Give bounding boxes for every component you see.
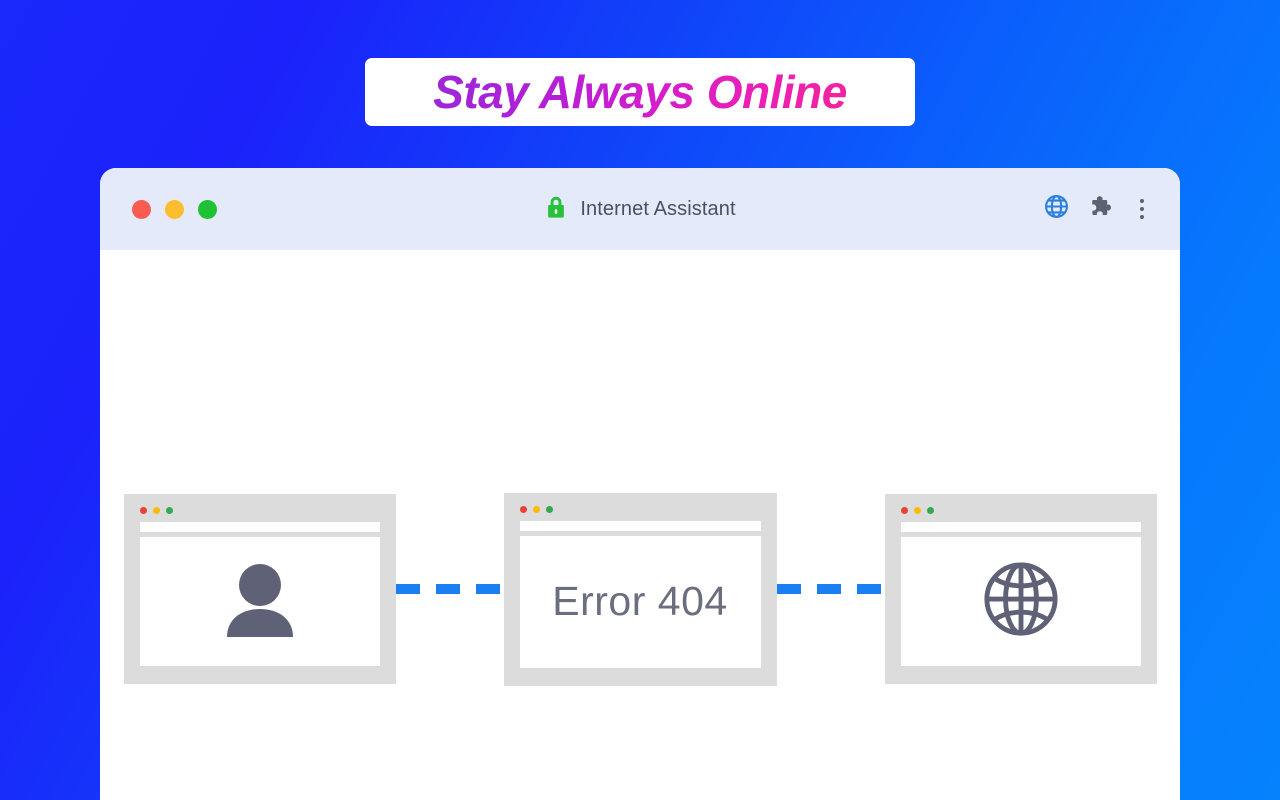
diagram-cards-row: Error 404 bbox=[100, 489, 1180, 689]
card-body-user bbox=[139, 537, 380, 666]
card-body-internet bbox=[900, 537, 1141, 666]
card-maximize-dot bbox=[545, 505, 553, 513]
error-message-text: Error 404 bbox=[552, 578, 728, 624]
dashed-line-icon bbox=[395, 584, 504, 594]
card-user-browser[interactable] bbox=[123, 494, 396, 684]
card-body-error: Error 404 bbox=[519, 535, 761, 668]
connector-1 bbox=[395, 584, 504, 594]
kebab-menu-icon[interactable] bbox=[1134, 197, 1150, 221]
user-avatar-icon bbox=[223, 559, 297, 644]
headline-banner: Stay Always Online bbox=[365, 58, 915, 126]
window-traffic-lights bbox=[132, 199, 217, 219]
card-close-dot bbox=[900, 507, 908, 514]
globe-wireframe-icon bbox=[982, 560, 1060, 643]
card-close-dot bbox=[519, 505, 527, 513]
browser-title-bar: Internet Assistant bbox=[100, 168, 1180, 250]
card-close-dot bbox=[139, 507, 147, 514]
card-minimize-dot bbox=[913, 507, 921, 514]
card-url-bar bbox=[900, 522, 1141, 532]
card-url-bar bbox=[139, 522, 380, 532]
card-minimize-dot bbox=[532, 505, 540, 513]
browser-content-area: Error 404 bbox=[100, 250, 1180, 800]
puzzle-piece-icon[interactable] bbox=[1089, 194, 1114, 224]
padlock-icon bbox=[544, 194, 568, 225]
browser-toolbar-actions bbox=[1044, 194, 1150, 224]
headline-text: Stay Always Online bbox=[433, 66, 847, 118]
card-url-bar bbox=[519, 520, 761, 531]
card-maximize-dot bbox=[926, 507, 934, 514]
card-error-browser[interactable]: Error 404 bbox=[503, 492, 777, 686]
card-traffic-lights bbox=[139, 507, 380, 514]
maximize-window-button[interactable] bbox=[198, 199, 217, 219]
connector-2 bbox=[776, 584, 885, 594]
card-maximize-dot bbox=[165, 507, 173, 514]
card-minimize-dot bbox=[152, 507, 160, 514]
globe-icon[interactable] bbox=[1044, 194, 1069, 224]
browser-window: Internet Assistant Error 404 bbox=[100, 168, 1180, 800]
dashed-line-icon bbox=[776, 584, 885, 594]
browser-window-title: Internet Assistant bbox=[580, 197, 736, 220]
minimize-window-button[interactable] bbox=[165, 199, 184, 219]
card-traffic-lights bbox=[900, 507, 1141, 514]
card-traffic-lights bbox=[519, 505, 761, 513]
close-window-button[interactable] bbox=[132, 199, 151, 219]
card-internet-browser[interactable] bbox=[884, 494, 1157, 684]
browser-title-center: Internet Assistant bbox=[100, 194, 1180, 225]
